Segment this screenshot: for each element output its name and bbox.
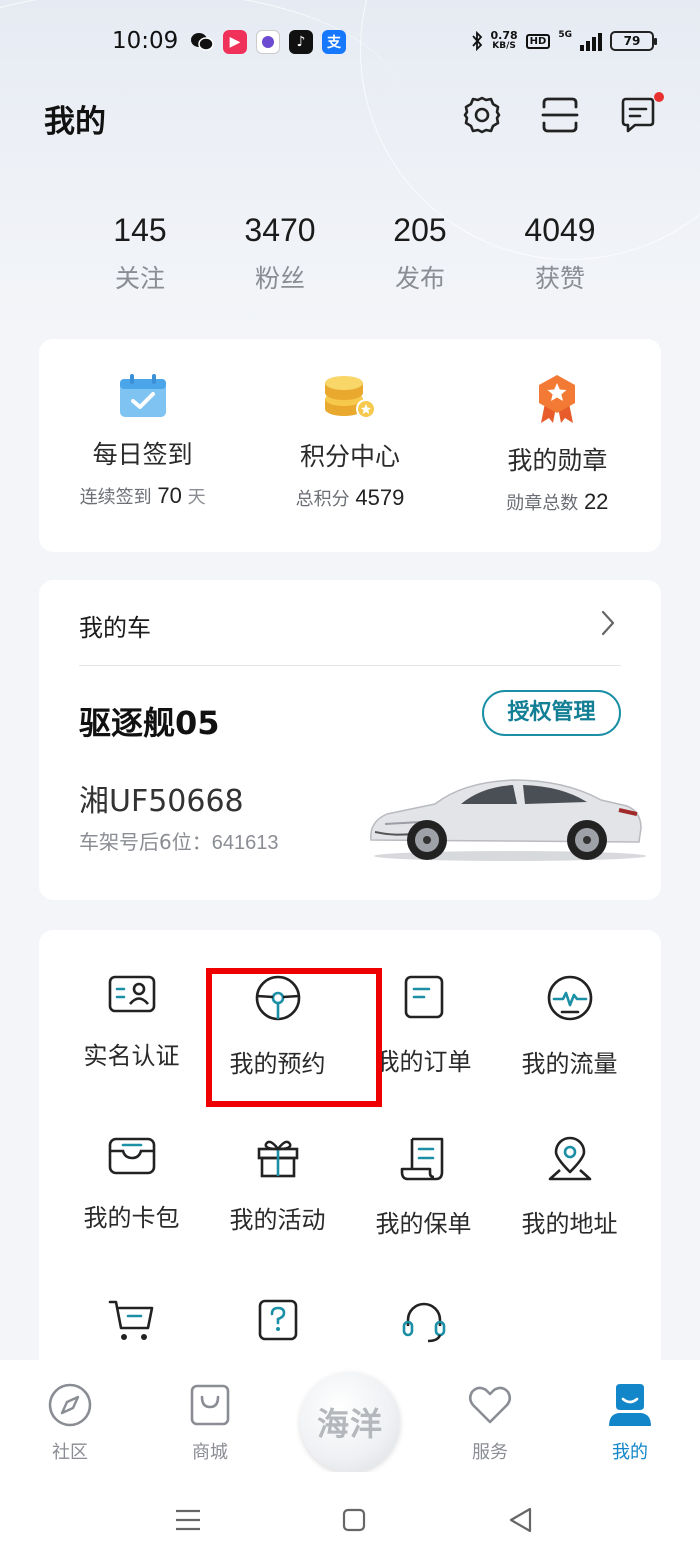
daily-checkin[interactable]: 每日签到 连续签到 70 天 [39, 339, 246, 552]
service-card-wallet[interactable]: 我的卡包 [59, 1136, 204, 1233]
service-real-name[interactable]: 实名认证 [59, 974, 204, 1071]
battery-icon: 79 [610, 31, 657, 51]
message-icon[interactable] [617, 94, 659, 136]
profile-icon [609, 1384, 651, 1426]
notification-icons: ▶ ♪ 支 [190, 30, 346, 54]
bottom-tab-bar: 社区 商城 海洋 服务 我的 [0, 1360, 700, 1472]
service-customer-support[interactable] [351, 1298, 496, 1344]
tab-mine[interactable]: 我的 [580, 1382, 680, 1464]
settings-icon[interactable] [461, 94, 503, 136]
shopping-bag-icon [190, 1384, 230, 1426]
id-card-icon [108, 975, 155, 1013]
system-navigation-bar [0, 1472, 700, 1563]
tiktok-icon: ♪ [289, 30, 313, 54]
medal-icon [539, 375, 576, 423]
calendar-check-icon [119, 374, 166, 417]
network-type: 5G [558, 30, 572, 40]
service-my-activities[interactable]: 我的活动 [205, 1136, 350, 1235]
clock: 10:09 [112, 28, 179, 54]
status-bar: 10:09 ▶ ♪ 支 0.78 KB/S HD 5G 79 [0, 28, 700, 62]
rewards-card: 每日签到 连续签到 70 天 积分中心 总积分 4579 我的勋章 勋章总数 2… [39, 339, 661, 552]
stat-followers[interactable]: 3470 粉丝 [210, 212, 350, 295]
signal-icon [580, 31, 602, 51]
question-icon [258, 1299, 297, 1341]
menu-icon[interactable] [175, 1508, 201, 1532]
headset-icon [402, 1302, 445, 1343]
card-wallet-icon [108, 1137, 155, 1175]
unread-dot [654, 92, 664, 102]
my-medals[interactable]: 我的勋章 勋章总数 22 [454, 339, 661, 552]
messenger-app-icon [256, 30, 280, 54]
tab-mall[interactable]: 商城 [160, 1382, 260, 1464]
authorization-button[interactable]: 授权管理 [482, 690, 621, 736]
coins-icon [324, 376, 376, 419]
stat-following[interactable]: 145 关注 [70, 212, 210, 295]
license-plate: 湘UF50668 [79, 784, 244, 819]
tab-service[interactable]: 服务 [440, 1382, 540, 1464]
stat-likes[interactable]: 4049 获赞 [490, 212, 630, 295]
divider [79, 665, 621, 666]
scan-icon[interactable] [539, 94, 581, 136]
order-icon [404, 975, 443, 1019]
alipay-icon: 支 [322, 30, 346, 54]
service-my-data[interactable]: 我的流量 [497, 974, 642, 1079]
heart-icon [468, 1386, 512, 1424]
location-icon [548, 1136, 591, 1181]
my-car-card: 我的车 驱逐舰05 授权管理 湘UF50668 车架号后6位：641613 [39, 580, 661, 900]
my-car-title: 我的车 [79, 614, 151, 642]
car-model: 驱逐舰05 [79, 704, 220, 742]
car-image [370, 779, 646, 861]
center-ocean-button[interactable]: 海洋 [300, 1372, 400, 1472]
data-flow-icon [547, 975, 592, 1021]
service-help[interactable] [205, 1298, 350, 1342]
highlight-box [206, 968, 382, 1107]
wechat-icon [190, 30, 214, 54]
bluetooth-icon [471, 31, 482, 51]
service-cart[interactable] [59, 1298, 204, 1342]
hd-badge: HD [525, 33, 551, 49]
service-my-address[interactable]: 我的地址 [497, 1136, 642, 1239]
shopping-cart-icon [108, 1300, 153, 1340]
network-speed: 0.78 KB/S [490, 29, 518, 51]
profile-stats: 145 关注 3470 粉丝 205 发布 4049 获赞 [70, 212, 630, 295]
stat-posts[interactable]: 205 发布 [350, 212, 490, 295]
home-icon[interactable] [342, 1508, 366, 1532]
compass-icon [48, 1383, 92, 1427]
service-my-policy[interactable]: 我的保单 [351, 1136, 496, 1239]
page-title: 我的 [44, 104, 106, 140]
video-app-icon: ▶ [223, 30, 247, 54]
chevron-right-icon[interactable] [601, 610, 615, 636]
policy-icon [400, 1137, 443, 1181]
vin-text: 车架号后6位：641613 [79, 830, 279, 854]
back-icon[interactable] [508, 1507, 532, 1533]
tab-community[interactable]: 社区 [20, 1382, 120, 1464]
gift-icon [257, 1140, 298, 1178]
points-center[interactable]: 积分中心 总积分 4579 [246, 339, 453, 552]
